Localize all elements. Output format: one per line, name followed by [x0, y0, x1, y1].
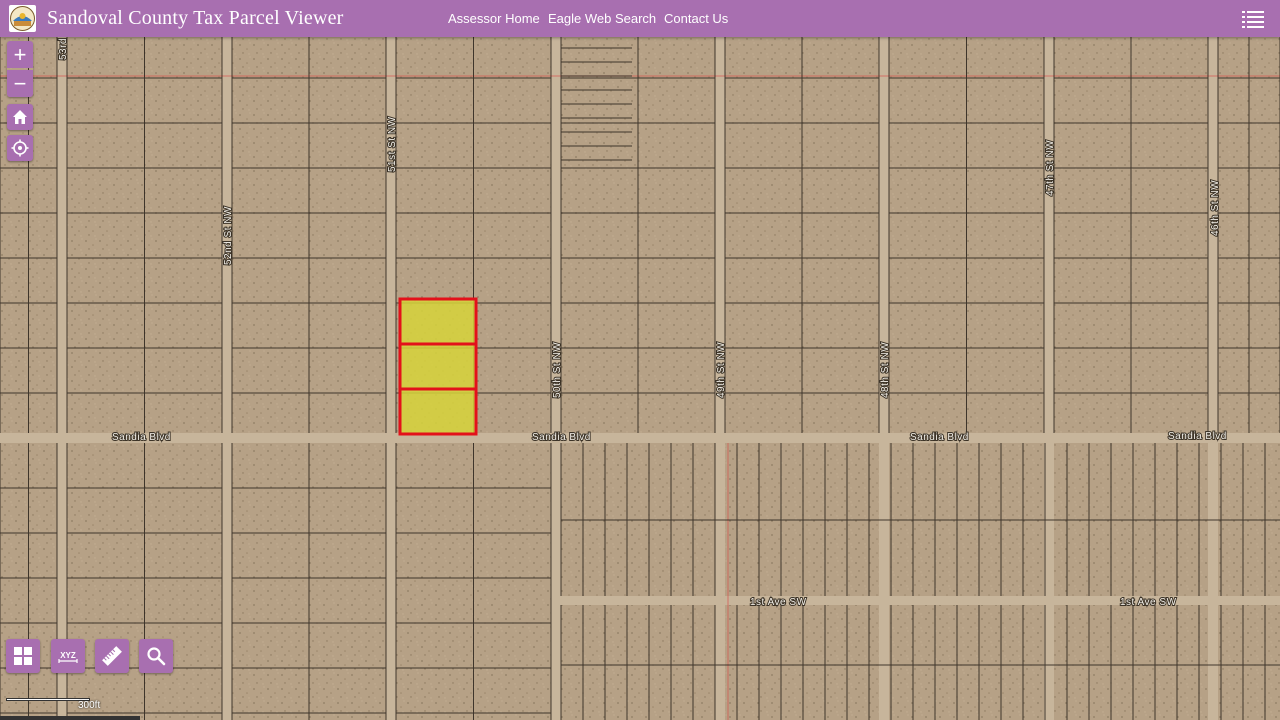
selected-parcels[interactable]	[398, 297, 478, 436]
street-label-1st-ave-sw: 1st Ave SW	[1120, 597, 1177, 608]
selected-parcel[interactable]	[398, 297, 478, 346]
nav-link-eagle-web-search[interactable]: Eagle Web Search	[548, 11, 656, 26]
home-icon	[13, 110, 27, 124]
ruler-icon	[102, 646, 122, 666]
street-label-47th: 47th St NW	[1045, 140, 1056, 196]
nav-link-contact-us[interactable]: Contact Us	[664, 11, 728, 26]
app-header: Sandoval County Tax Parcel Viewer Assess…	[0, 0, 1280, 37]
street-label-52nd: 52nd St NW	[223, 206, 234, 265]
street-label-53rd: 53rd	[58, 38, 69, 60]
street-label-49th: 49th St NW	[716, 342, 727, 398]
street-label-sandia-blvd: Sandia Blvd	[112, 432, 171, 443]
grid-icon	[14, 647, 32, 665]
county-seal-logo	[9, 5, 36, 32]
svg-text:XYZ: XYZ	[60, 651, 76, 660]
search-icon	[147, 647, 166, 666]
zoom-in-button[interactable]: +	[7, 41, 33, 68]
street-label-sandia-blvd: Sandia Blvd	[1168, 431, 1227, 442]
attribution-strip	[0, 716, 140, 720]
street-label-51st: 51st St NW	[387, 116, 398, 172]
street-label-50th: 50th St NW	[552, 342, 563, 398]
selected-parcel[interactable]	[398, 387, 478, 436]
xyz-coordinate-icon: XYZ	[58, 651, 78, 663]
locate-button[interactable]	[7, 135, 33, 161]
scale-label: 300ft	[78, 700, 101, 711]
selected-parcel[interactable]	[398, 342, 478, 391]
measure-button[interactable]	[95, 639, 129, 673]
terrain-background	[0, 37, 1280, 720]
street-label-46th: 46th St NW	[1210, 180, 1221, 236]
locate-icon	[11, 139, 29, 157]
street-label-48th: 48th St NW	[880, 342, 891, 398]
coordinate-button[interactable]: XYZ	[51, 639, 85, 673]
street-label-1st-ave-sw: 1st Ave SW	[750, 597, 807, 608]
parcel-map[interactable]: 53rd 52nd St NW 51st St NW 50th St NW 49…	[0, 37, 1280, 720]
street-label-sandia-blvd: Sandia Blvd	[910, 432, 969, 443]
layer-list-button[interactable]	[1240, 7, 1266, 31]
search-button[interactable]	[139, 639, 173, 673]
street-label-sandia-blvd: Sandia Blvd	[532, 432, 591, 443]
app-title: Sandoval County Tax Parcel Viewer	[47, 7, 344, 29]
layer-list-icon	[1242, 11, 1264, 28]
nav-link-assessor-home[interactable]: Assessor Home	[448, 11, 540, 26]
home-button[interactable]	[7, 104, 33, 130]
zoom-out-button[interactable]: −	[7, 70, 33, 97]
zoom-controls: + −	[7, 41, 33, 97]
basemap-gallery-button[interactable]	[6, 639, 40, 673]
